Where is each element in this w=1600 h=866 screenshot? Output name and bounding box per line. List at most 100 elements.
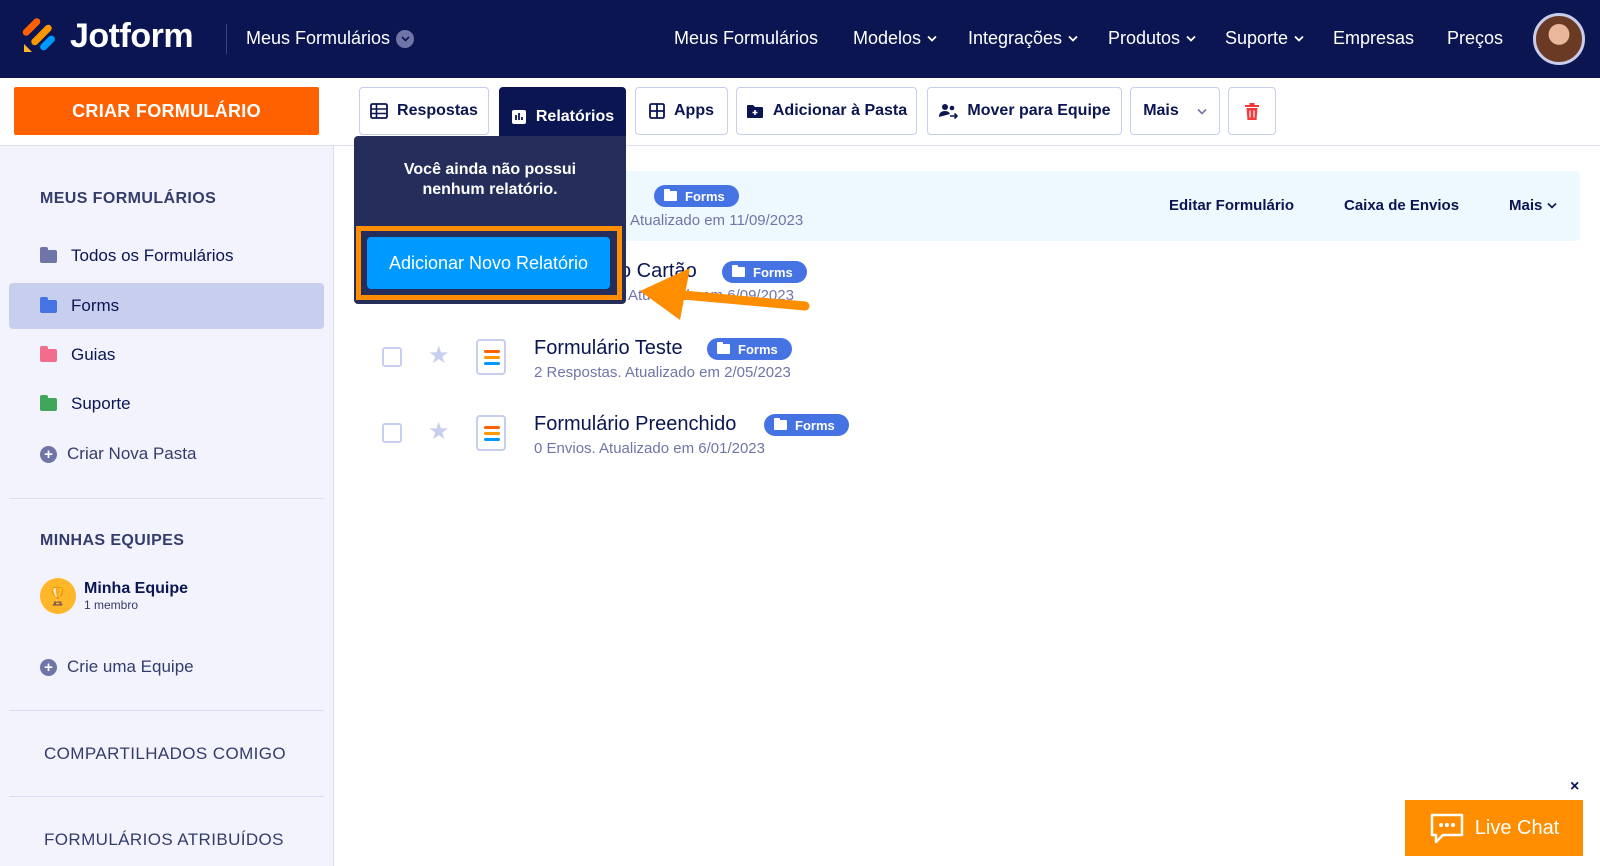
badge-label: Forms bbox=[685, 188, 725, 204]
more-dropdown-button[interactable]: Mais bbox=[1130, 87, 1220, 135]
sidebar-item-label: Todos os Formulários bbox=[71, 246, 234, 265]
chevron-down-icon bbox=[1068, 35, 1078, 42]
add-to-folder-button[interactable]: Adicionar à Pasta bbox=[736, 87, 917, 135]
sidebar-divider bbox=[9, 796, 324, 797]
form-title[interactable]: o Cartão bbox=[620, 260, 697, 283]
sidebar-item-guias[interactable]: Guias bbox=[9, 332, 324, 378]
move-to-team-label: Mover para Equipe bbox=[967, 102, 1111, 119]
chevron-down-icon bbox=[396, 29, 415, 48]
my-forms-link[interactable]: Meus Formulários bbox=[246, 28, 415, 49]
folder-icon bbox=[732, 265, 745, 277]
folder-plus-icon bbox=[746, 104, 763, 118]
move-to-team-button[interactable]: Mover para Equipe bbox=[927, 87, 1122, 135]
nav-item-support[interactable]: Suporte bbox=[1225, 28, 1304, 49]
reports-label: Relatórios bbox=[535, 107, 615, 125]
row-more-button[interactable]: Mais bbox=[1509, 197, 1557, 214]
nav-item-label: Modelos bbox=[853, 28, 922, 48]
create-folder-label: Criar Nova Pasta bbox=[67, 444, 197, 463]
nav-item-integrations[interactable]: Integrações bbox=[968, 28, 1078, 49]
form-icon bbox=[476, 415, 506, 451]
responses-button[interactable]: Respostas bbox=[359, 87, 489, 135]
create-form-button[interactable]: CRIAR FORMULÁRIO bbox=[14, 87, 319, 135]
folder-icon bbox=[774, 418, 787, 430]
live-chat-button[interactable]: Live Chat bbox=[1405, 800, 1583, 856]
form-icon bbox=[476, 339, 506, 375]
sidebar-item-label: Guias bbox=[71, 345, 116, 364]
more-label: Mais bbox=[1143, 102, 1179, 119]
sidebar-divider bbox=[9, 498, 324, 499]
my-forms-section-title: MEUS FORMULÁRIOS bbox=[40, 190, 217, 207]
no-reports-message: Você ainda não possui nenhum relatório. bbox=[403, 161, 577, 198]
folder-badge[interactable]: Forms bbox=[722, 261, 807, 283]
table-icon bbox=[370, 103, 388, 119]
form-checkbox[interactable] bbox=[382, 347, 402, 367]
highlight-frame: Adicionar Novo Relatório bbox=[356, 226, 622, 300]
folder-icon bbox=[40, 394, 57, 411]
form-title[interactable]: Formulário Preenchido bbox=[534, 413, 736, 436]
nav-item-label: Produtos bbox=[1108, 28, 1181, 48]
apps-label: Apps bbox=[674, 102, 714, 119]
badge-label: Forms bbox=[795, 417, 835, 433]
top-navigation: Jotform Meus Formulários Meus Formulário… bbox=[0, 0, 1600, 78]
team-info: Minha Equipe 1 membro bbox=[84, 580, 188, 612]
create-team-button[interactable]: + Crie uma Equipe bbox=[40, 657, 194, 677]
user-avatar[interactable] bbox=[1533, 13, 1585, 65]
star-icon[interactable]: ★ bbox=[428, 417, 450, 446]
folder-badge[interactable]: Forms bbox=[654, 185, 739, 207]
jotform-logo-icon[interactable] bbox=[22, 18, 58, 54]
sidebar-item-forms[interactable]: Forms bbox=[9, 283, 324, 329]
sidebar-item-label: Suporte bbox=[71, 394, 131, 413]
nav-item-label: Meus Formulários bbox=[674, 28, 819, 48]
form-row[interactable]: ★ Formulário Preenchido Forms 0 Envios. … bbox=[354, 398, 1580, 468]
star-icon[interactable]: ★ bbox=[428, 341, 450, 370]
form-meta: 2 Respostas. Atualizado em 2/05/2023 bbox=[534, 364, 791, 381]
chevron-down-icon bbox=[1186, 35, 1196, 42]
brand-name[interactable]: Jotform bbox=[70, 17, 194, 56]
team-member-count: 1 membro bbox=[84, 598, 139, 612]
chat-bubble-icon bbox=[1430, 813, 1463, 844]
folder-badge[interactable]: Forms bbox=[764, 414, 849, 436]
trophy-icon: 🏆 bbox=[40, 578, 76, 614]
create-folder-button[interactable]: + Criar Nova Pasta bbox=[40, 444, 196, 464]
folder-icon bbox=[40, 345, 57, 362]
form-row[interactable]: ★ Formulário Teste Forms 2 Respostas. At… bbox=[354, 322, 1580, 392]
nav-item-enterprise[interactable]: Empresas bbox=[1333, 28, 1414, 49]
edit-form-button[interactable]: Editar Formulário bbox=[1169, 197, 1294, 214]
badge-label: Forms bbox=[753, 264, 793, 280]
form-checkbox[interactable] bbox=[382, 423, 402, 443]
sidebar-item-label: Forms bbox=[71, 296, 120, 315]
close-chat-icon[interactable]: × bbox=[1570, 778, 1579, 796]
sidebar-item-all-forms[interactable]: Todos os Formulários bbox=[9, 233, 324, 279]
form-title[interactable]: Formulário Teste bbox=[534, 337, 683, 360]
my-teams-section-title: MINHAS EQUIPES bbox=[40, 532, 185, 549]
shared-with-me-link[interactable]: COMPARTILHADOS COMIGO bbox=[44, 744, 286, 764]
responses-label: Respostas bbox=[397, 102, 478, 119]
nav-item-pricing[interactable]: Preços bbox=[1447, 28, 1503, 49]
sidebar-item-suporte[interactable]: Suporte bbox=[9, 381, 324, 427]
add-new-report-button[interactable]: Adicionar Novo Relatório bbox=[367, 237, 610, 289]
team-item[interactable]: 🏆 Minha Equipe 1 membro bbox=[40, 578, 188, 614]
nav-item-my-forms[interactable]: Meus Formulários bbox=[674, 28, 818, 49]
live-chat-label: Live Chat bbox=[1474, 816, 1560, 839]
apps-button[interactable]: Apps bbox=[635, 87, 728, 135]
assigned-forms-link[interactable]: FORMULÁRIOS ATRIBUÍDOS bbox=[44, 830, 284, 850]
form-meta: 0 Envios. Atualizado em 6/01/2023 bbox=[534, 440, 765, 457]
form-meta: Atualizado em 11/09/2023 bbox=[630, 212, 804, 229]
nav-item-templates[interactable]: Modelos bbox=[853, 28, 937, 49]
sidebar: CRIAR FORMULÁRIO MEUS FORMULÁRIOS Todos … bbox=[0, 78, 334, 866]
delete-button[interactable] bbox=[1228, 87, 1276, 135]
team-name: Minha Equipe bbox=[84, 580, 188, 597]
folder-icon bbox=[40, 296, 57, 313]
nav-item-label: Suporte bbox=[1225, 28, 1289, 48]
trash-icon bbox=[1245, 102, 1259, 120]
folder-badge[interactable]: Forms bbox=[707, 338, 792, 360]
chevron-down-icon bbox=[927, 35, 937, 42]
nav-divider bbox=[226, 24, 227, 54]
nav-item-label: Empresas bbox=[1333, 28, 1415, 48]
form-meta: Atualizado em 6/09/2023 bbox=[628, 287, 794, 304]
inbox-button[interactable]: Caixa de Envios bbox=[1344, 197, 1459, 214]
sidebar-create-area: CRIAR FORMULÁRIO bbox=[0, 78, 334, 146]
folder-icon bbox=[664, 189, 677, 201]
nav-item-products[interactable]: Produtos bbox=[1108, 28, 1196, 49]
my-forms-link-label: Meus Formulários bbox=[246, 28, 391, 48]
